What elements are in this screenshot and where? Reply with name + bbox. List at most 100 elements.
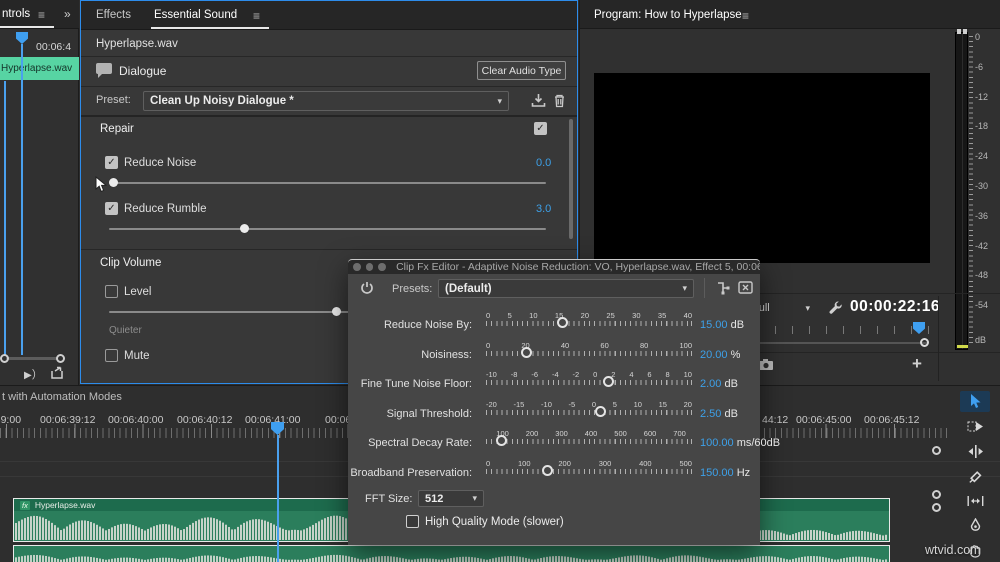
- audio-clip-hyperlapse-ch2[interactable]: [13, 545, 890, 562]
- es-scrollbar[interactable]: [569, 119, 573, 239]
- effect-power-toggle[interactable]: [360, 281, 374, 295]
- mute-checkbox[interactable]: [105, 349, 118, 362]
- tab-essential-sound[interactable]: Essential Sound: [154, 9, 237, 21]
- clear-audio-type-button[interactable]: Clear Audio Type: [477, 61, 566, 80]
- window-close-circle[interactable]: [353, 263, 361, 271]
- param-slider-handle[interactable]: [496, 435, 507, 446]
- close-effect-icon[interactable]: [738, 281, 753, 294]
- panel-menu-icon[interactable]: ≡: [38, 8, 45, 22]
- add-button[interactable]: +: [912, 354, 922, 374]
- param-scale[interactable]: -10-8-6-4-20246810: [486, 370, 692, 385]
- param-value[interactable]: 2.00 dB: [700, 378, 738, 390]
- level-checkbox[interactable]: [105, 285, 118, 298]
- clip-volume-section-title[interactable]: Clip Volume: [100, 257, 161, 269]
- param-slider-handle[interactable]: [595, 406, 606, 417]
- tick-label: -20: [486, 400, 497, 409]
- param-scale[interactable]: 0510152025303540: [486, 311, 692, 326]
- dialog-title: Clip Fx Editor - Adaptive Noise Reductio…: [396, 261, 760, 273]
- param-scale[interactable]: 100200300400500600700: [486, 429, 692, 444]
- channel-routing-icon[interactable]: [716, 281, 730, 295]
- param-label: Noisiness:: [272, 349, 472, 361]
- param-value[interactable]: 15.00 dB: [700, 319, 744, 331]
- ec-clip-bar[interactable]: Hyperlapse.wav: [0, 57, 79, 80]
- save-preset-icon[interactable]: [531, 93, 546, 108]
- reduce-rumble-slider[interactable]: [109, 228, 546, 230]
- reduce-noise-checkbox[interactable]: ✓: [105, 156, 118, 169]
- preset-dropdown[interactable]: Clean Up Noisy Dialogue * ▾: [143, 91, 509, 111]
- param-scale[interactable]: -20-15-10-505101520: [486, 400, 692, 415]
- tick-label: 100: [518, 459, 531, 468]
- param-scale[interactable]: 020406080100: [486, 341, 692, 356]
- dialog-presets-dropdown[interactable]: (Default) ▾: [438, 279, 694, 298]
- reduce-rumble-slider-handle[interactable]: [240, 224, 249, 233]
- param-slider-handle[interactable]: [521, 347, 532, 358]
- program-panel-menu-icon[interactable]: ≡: [742, 9, 749, 23]
- tab-effects[interactable]: Effects: [96, 9, 131, 21]
- chevron-down-icon: ▾: [497, 96, 502, 107]
- video-preview[interactable]: [594, 73, 930, 263]
- pen-tool[interactable]: [960, 515, 990, 536]
- slip-tool[interactable]: [960, 490, 990, 511]
- play-audio-button[interactable]: ▶）: [24, 366, 43, 382]
- ec-guide-line: [4, 81, 6, 355]
- tick-label: -10: [541, 400, 552, 409]
- razor-tool[interactable]: [960, 466, 990, 487]
- tab-effect-controls[interactable]: ntrols: [2, 8, 30, 20]
- param-slider-handle[interactable]: [603, 376, 614, 387]
- param-value[interactable]: 2.50 dB: [700, 408, 738, 420]
- high-quality-checkbox[interactable]: [406, 515, 419, 528]
- param-label: Signal Threshold:: [272, 408, 472, 420]
- timeline-playhead-line[interactable]: [277, 435, 279, 562]
- export-frame-icon[interactable]: [50, 366, 65, 380]
- reduce-noise-value[interactable]: 0.0: [536, 157, 551, 169]
- ec-zoom-handle-right[interactable]: [56, 354, 65, 363]
- tick-label: 500: [614, 429, 627, 438]
- ec-timecode[interactable]: 00:06:4: [36, 41, 71, 53]
- param-slider-handle[interactable]: [557, 317, 568, 328]
- es-panel-menu-icon[interactable]: ≡: [253, 9, 260, 23]
- fft-size-dropdown[interactable]: 512 ▾: [418, 490, 484, 507]
- repair-checkbox[interactable]: ✓: [534, 122, 547, 135]
- repair-section-title[interactable]: Repair: [100, 123, 134, 135]
- window-minimize-circle[interactable]: [366, 263, 374, 271]
- ec-zoom-bar[interactable]: [6, 357, 58, 360]
- playback-resolution-dropdown[interactable]: Full ▾: [752, 300, 810, 316]
- meter-scale: 0-6-12-18-24-30-36-42-48-54dB: [975, 30, 1000, 360]
- audio-meter[interactable]: [955, 32, 968, 350]
- window-zoom-circle[interactable]: [378, 263, 386, 271]
- settings-wrench-icon[interactable]: [828, 300, 843, 315]
- track-zoom-knob-1[interactable]: [932, 490, 941, 499]
- ripple-edit-tool[interactable]: [960, 441, 990, 462]
- delete-preset-icon[interactable]: [553, 93, 566, 108]
- tick-label: 40: [684, 311, 692, 320]
- param-scale[interactable]: 0100200300400500: [486, 459, 692, 474]
- export-frame-camera-icon[interactable]: [758, 358, 774, 371]
- fx-badge[interactable]: fx: [20, 501, 30, 510]
- track-zoom-knob-2[interactable]: [932, 503, 941, 512]
- ec-playhead[interactable]: [16, 32, 28, 44]
- program-scroll-handle[interactable]: [920, 338, 929, 347]
- level-slider-handle[interactable]: [332, 307, 341, 316]
- program-timecode[interactable]: 00:00:22:16: [850, 298, 940, 316]
- tick-label: 400: [639, 459, 652, 468]
- tick-label: 5: [613, 400, 617, 409]
- meter-signal: [957, 345, 968, 348]
- reduce-rumble-value[interactable]: 3.0: [536, 203, 551, 215]
- panel-overflow-chevron[interactable]: »: [64, 7, 71, 21]
- track-select-forward-tool[interactable]: [960, 416, 990, 437]
- reduce-rumble-checkbox[interactable]: ✓: [105, 202, 118, 215]
- reduce-noise-slider[interactable]: [109, 182, 546, 184]
- selection-tool[interactable]: [960, 391, 990, 412]
- param-value[interactable]: 150.00 Hz: [700, 467, 750, 479]
- preset-value: Clean Up Noisy Dialogue *: [150, 95, 294, 107]
- param-value[interactable]: 20.00 %: [700, 349, 740, 361]
- tab-program-monitor[interactable]: Program: How to Hyperlapse: [594, 9, 742, 21]
- param-value[interactable]: 100.00 ms/60dB: [700, 437, 780, 449]
- level-hint: Quieter: [109, 325, 142, 336]
- ec-zoom-handle-left[interactable]: [0, 354, 9, 363]
- mouse-cursor: [95, 176, 107, 193]
- reduce-noise-slider-handle[interactable]: [109, 178, 118, 187]
- dialog-titlebar[interactable]: Clip Fx Editor - Adaptive Noise Reductio…: [348, 259, 760, 274]
- param-slider-handle[interactable]: [542, 465, 553, 476]
- track-scroll-knob[interactable]: [932, 446, 941, 455]
